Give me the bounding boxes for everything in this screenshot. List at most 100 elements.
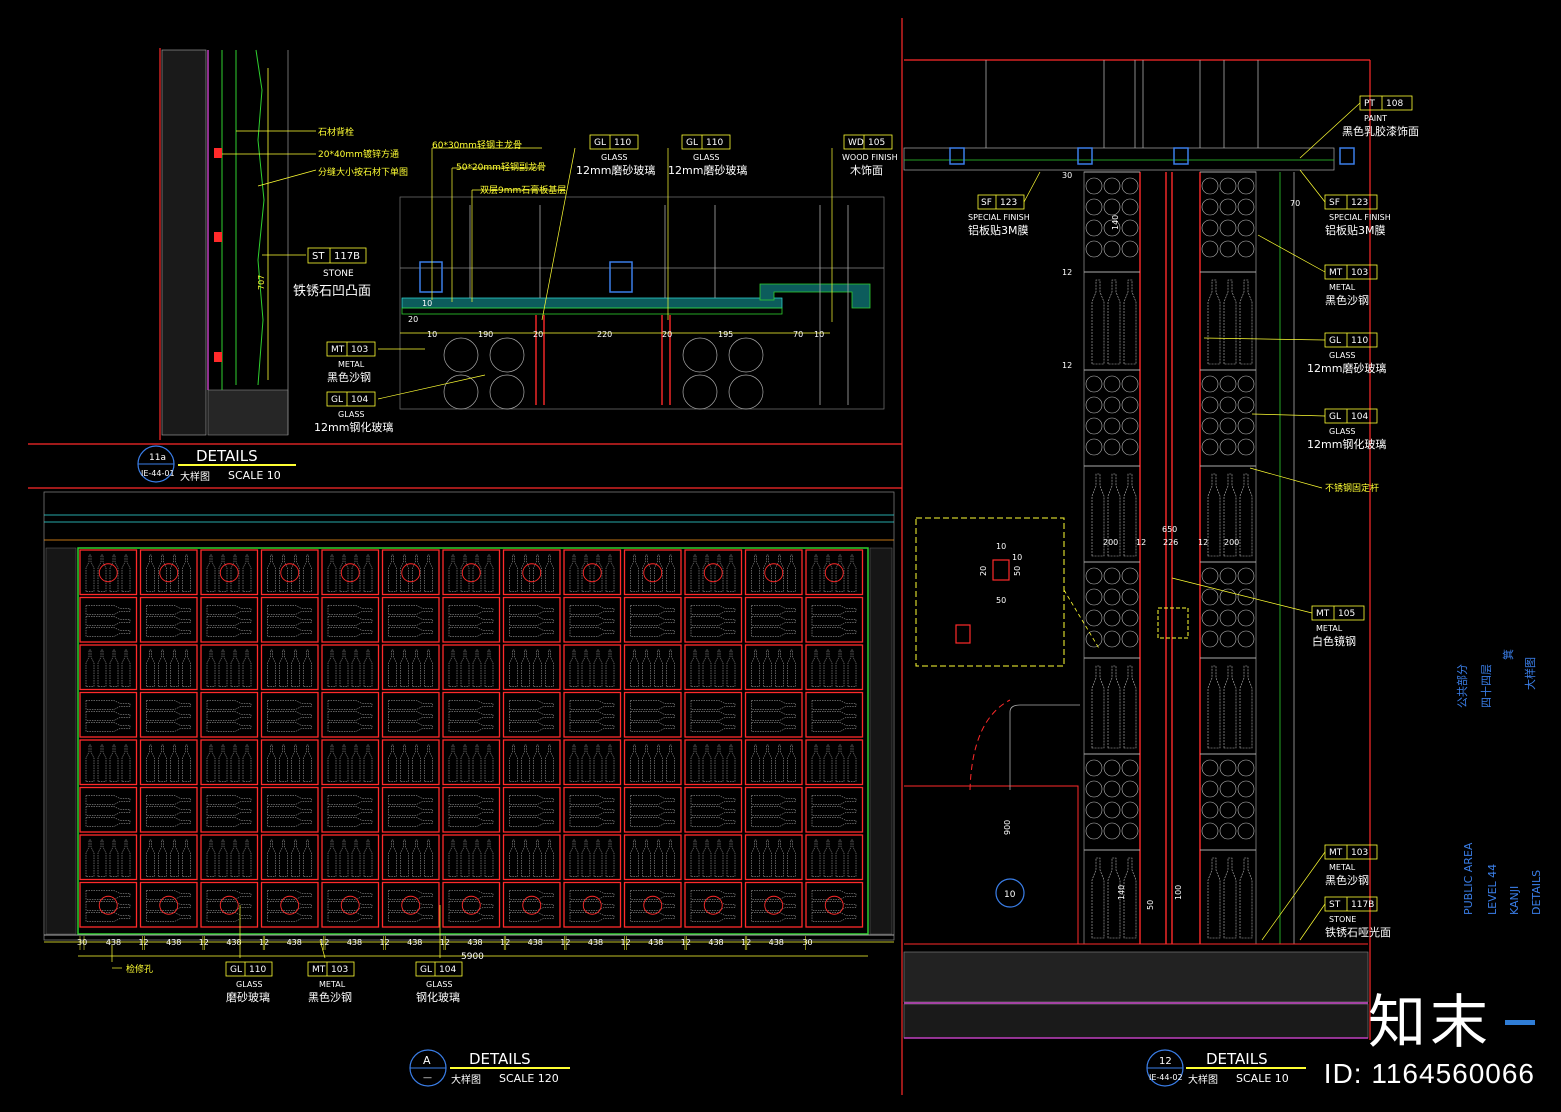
svg-text:707: 707 bbox=[257, 275, 266, 290]
svg-text:GL: GL bbox=[1329, 412, 1341, 422]
wine-rack-cell bbox=[502, 644, 561, 691]
wine-rack-cell bbox=[744, 549, 803, 596]
cabinet-right-racks bbox=[1200, 171, 1256, 945]
svg-text:12mm磨砂玻璃: 12mm磨砂玻璃 bbox=[576, 163, 655, 177]
svg-text:DETAILS: DETAILS bbox=[1206, 1050, 1268, 1068]
svg-text:公共部分: 公共部分 bbox=[1455, 664, 1469, 708]
wine-rack-cell bbox=[79, 834, 138, 881]
wine-rack-cell bbox=[139, 644, 198, 691]
detail-11a-wall-section: 石材背栓 20*40mm镀锌方通 分缝大小按石材下单图 707 ST 117B … bbox=[137, 49, 408, 483]
wine-rack-cell bbox=[139, 549, 198, 596]
svg-text:石材背栓: 石材背栓 bbox=[318, 126, 354, 138]
wine-rack-cell bbox=[381, 644, 440, 691]
svg-text:20: 20 bbox=[979, 566, 988, 576]
wine-rack-cell bbox=[744, 644, 803, 691]
svg-text:12mm钢化玻璃: 12mm钢化玻璃 bbox=[1307, 437, 1386, 451]
cabinet-shelf bbox=[1091, 857, 1137, 939]
dim-label: 438 bbox=[528, 938, 543, 947]
wine-rack-cell bbox=[623, 739, 682, 786]
wine-rack-cell bbox=[200, 786, 259, 833]
wine-rack-cell bbox=[744, 834, 803, 881]
tag-12-gl-104: GL 104 GLASS12mm钢化玻璃 bbox=[1251, 408, 1386, 451]
detail-12-cabinet-section: 10 30 12 140 12 650 200 12 226 12 200 70… bbox=[903, 59, 1419, 1087]
svg-text:12: 12 bbox=[1062, 361, 1072, 370]
detail-12-right-tags: PT 108 PAINT黑色乳胶漆饰面 SF 123 SPECIAL FINISH铝板贴3… bbox=[1171, 95, 1419, 941]
wine-rack-cell bbox=[805, 739, 864, 786]
cabinet-shelf bbox=[1091, 665, 1137, 749]
wine-rack-cell bbox=[139, 881, 198, 928]
dim-label: 12 bbox=[379, 938, 389, 947]
wine-rack-cell bbox=[200, 691, 259, 738]
svg-text:GL: GL bbox=[420, 965, 432, 975]
dim-label: 438 bbox=[648, 938, 663, 947]
svg-text:黑色沙钢: 黑色沙钢 bbox=[327, 370, 371, 384]
svg-text:铁锈石凹凸面: 铁锈石凹凸面 bbox=[293, 284, 371, 299]
svg-text:20: 20 bbox=[533, 330, 543, 339]
svg-text:GL: GL bbox=[1329, 336, 1341, 346]
detail-A-wine-wall-elevation: 30 438 12 438 12 438 12 438 12 438 12 438 12 438 12 438… bbox=[43, 491, 895, 1087]
wine-rack-cell bbox=[805, 691, 864, 738]
tag-mt-103: MT 103 METAL 黑色沙钢 bbox=[326, 341, 376, 384]
svg-text:105: 105 bbox=[868, 138, 885, 148]
wine-rack-cell bbox=[200, 549, 259, 596]
svg-text:50*20mm轻钢副龙骨: 50*20mm轻钢副龙骨 bbox=[456, 161, 546, 173]
cabinet-shelf bbox=[1207, 857, 1253, 939]
wine-rack-cell bbox=[321, 881, 380, 928]
dim-label: 438 bbox=[347, 938, 362, 947]
wine-rack-cell bbox=[805, 834, 864, 881]
tag-A-gl-104: GL 104 GLASS 钢化玻璃 bbox=[415, 961, 463, 1004]
svg-text:MT: MT bbox=[1316, 609, 1330, 619]
wine-rack-cell bbox=[260, 691, 319, 738]
wine-rack-cell bbox=[684, 739, 743, 786]
svg-text:12mm钢化玻璃: 12mm钢化玻璃 bbox=[314, 420, 393, 434]
svg-text:104: 104 bbox=[439, 965, 456, 975]
dim-label: 30 bbox=[77, 938, 87, 947]
cabinet-shelf bbox=[1085, 759, 1139, 840]
wine-rack-cell bbox=[200, 644, 259, 691]
svg-text:103: 103 bbox=[331, 965, 348, 975]
wine-rack-cell bbox=[563, 739, 622, 786]
svg-text:WOOD FINISH: WOOD FINISH bbox=[842, 153, 898, 162]
wine-rack-cell bbox=[684, 786, 743, 833]
wine-rack-cell bbox=[805, 644, 864, 691]
wine-rack-cell bbox=[260, 549, 319, 596]
dim-label: 438 bbox=[407, 938, 422, 947]
wine-rack-cell bbox=[563, 691, 622, 738]
svg-text:钢化玻璃: 钢化玻璃 bbox=[416, 990, 460, 1004]
wine-rack-cell bbox=[502, 596, 561, 643]
dim-label: 30 bbox=[802, 938, 812, 947]
wine-rack-cell bbox=[442, 739, 501, 786]
svg-text:SF: SF bbox=[981, 198, 992, 208]
svg-text:大样图: 大样图 bbox=[1523, 657, 1537, 690]
svg-text:220: 220 bbox=[597, 330, 612, 339]
svg-text:200: 200 bbox=[1103, 538, 1118, 547]
svg-text:磨砂玻璃: 磨砂玻璃 bbox=[226, 990, 270, 1004]
svg-text:30: 30 bbox=[1062, 171, 1072, 180]
wine-rack-cell bbox=[502, 881, 561, 928]
dim-label: 438 bbox=[467, 938, 482, 947]
dim-label: 438 bbox=[226, 938, 241, 947]
svg-text:MT: MT bbox=[1329, 848, 1343, 858]
cabinet-shelf bbox=[1091, 279, 1137, 365]
svg-text:110: 110 bbox=[614, 138, 631, 148]
wine-rack-cell bbox=[744, 881, 803, 928]
dim-label: 12 bbox=[621, 938, 631, 947]
svg-text:650: 650 bbox=[1162, 525, 1177, 534]
svg-text:110: 110 bbox=[249, 965, 266, 975]
svg-text:10: 10 bbox=[427, 330, 437, 339]
wine-rack-cell bbox=[623, 596, 682, 643]
tag-12-pt-108: PT 108 PAINT黑色乳胶漆饰面 bbox=[1299, 95, 1419, 159]
tag-wd-105: WD 105 WOOD FINISH 木饰面 bbox=[842, 134, 898, 177]
wine-rack-cell bbox=[563, 881, 622, 928]
svg-text:GLASS: GLASS bbox=[1329, 427, 1355, 436]
dim-label: 12 bbox=[560, 938, 570, 947]
wine-rack-cell bbox=[260, 881, 319, 928]
svg-text:226: 226 bbox=[1163, 538, 1178, 547]
dim-label: 12 bbox=[741, 938, 751, 947]
svg-text:20: 20 bbox=[662, 330, 672, 339]
tag-A-mt-103: MT 103 METAL 黑色沙钢 bbox=[307, 961, 355, 1004]
wine-rack-cell bbox=[623, 644, 682, 691]
wine-rack-cell bbox=[381, 549, 440, 596]
svg-text:GLASS: GLASS bbox=[1329, 351, 1355, 360]
svg-text:123: 123 bbox=[1351, 198, 1368, 208]
